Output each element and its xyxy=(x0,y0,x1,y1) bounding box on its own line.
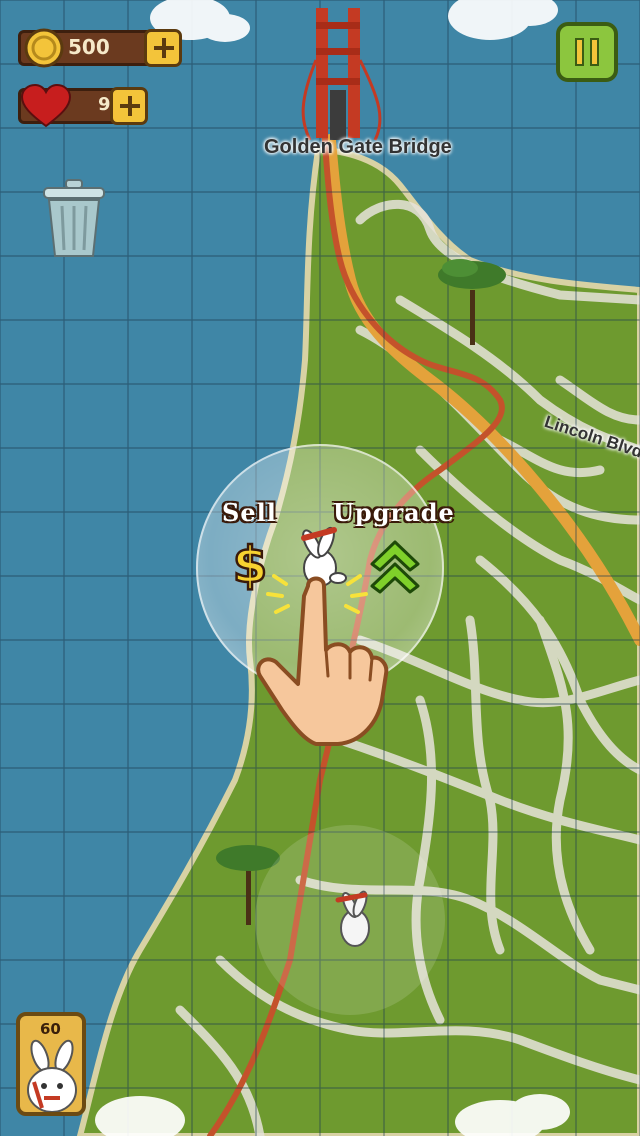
coin-panel: 500 xyxy=(18,26,183,70)
lives-count: 9 xyxy=(98,94,111,115)
pause-icon xyxy=(575,38,599,66)
sell-label: Sell xyxy=(222,498,277,527)
heart-icon xyxy=(20,84,72,128)
pointing-hand-icon xyxy=(256,576,389,746)
buy-lives-button[interactable] xyxy=(110,87,148,125)
pause-button[interactable] xyxy=(556,22,618,82)
unit-cost: 60 xyxy=(40,1020,61,1038)
unit-card[interactable]: 60 xyxy=(16,1012,86,1116)
lives-panel: 9 xyxy=(18,84,153,128)
bridge-label: Golden Gate Bridge xyxy=(264,136,452,158)
coin-count: 500 xyxy=(68,35,110,59)
upgrade-label: Upgrade xyxy=(333,498,455,527)
trash-can-icon[interactable] xyxy=(40,178,108,260)
bunny-tower-icon xyxy=(335,890,370,947)
coin-icon xyxy=(24,28,64,68)
buy-coins-button[interactable] xyxy=(144,29,182,67)
rabbit-icon xyxy=(27,1039,77,1112)
